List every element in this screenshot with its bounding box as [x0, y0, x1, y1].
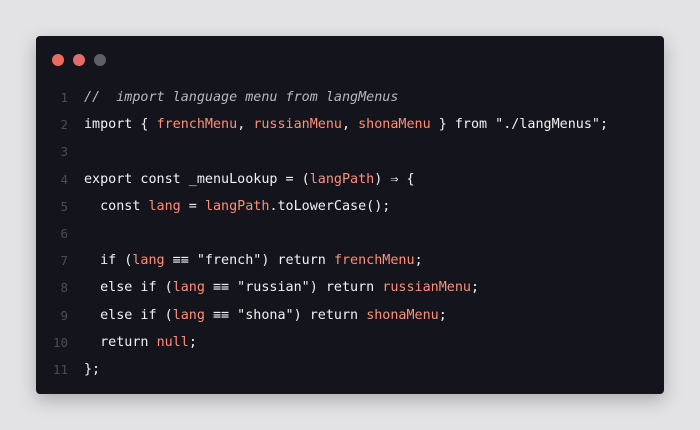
code-window: 1 // import language menu from langMenus 2… [36, 36, 664, 394]
code-token: if ( [84, 253, 133, 269]
line-number: 11 [52, 361, 68, 377]
code-token: export const _menuLookup = ( [84, 171, 310, 187]
code-line: 2 import { frenchMenu, russianMenu, shona… [36, 111, 664, 138]
line-number: 1 [60, 90, 68, 105]
code-token: ) ⇒ { [374, 171, 415, 187]
code-token: else if ( [84, 280, 173, 296]
code-token: .toLowerCase(); [269, 198, 391, 214]
code-token: ; [414, 253, 423, 269]
line-number: 4 [60, 171, 68, 187]
code-text: }; [68, 356, 100, 383]
line-number: 5 [60, 198, 68, 214]
code-text: if (lang ≡≡ "french") return frenchMenu; [68, 247, 423, 274]
code-line: 10 return null; [36, 329, 664, 356]
code-token: lang [132, 253, 165, 269]
code-token: import { [84, 117, 157, 133]
code-block: 1 // import language menu from langMenus 2… [36, 84, 664, 383]
line-number: 7 [60, 253, 68, 269]
code-token: russianMenu [382, 280, 471, 296]
code-text: else if (lang ≡≡ "shona") return shonaMe… [68, 302, 447, 329]
code-line: 6 [36, 220, 664, 247]
code-line: 4 export const _menuLookup = (langPath) ⇒… [36, 166, 664, 193]
code-text: export const _menuLookup = (langPath) ⇒ … [68, 166, 415, 193]
code-token: shonaMenu [358, 117, 431, 133]
code-token: ; [188, 334, 197, 350]
code-line: 3 [36, 138, 664, 165]
line-number: 2 [60, 117, 68, 133]
code-text: else if (lang ≡≡ "russian") return russi… [68, 274, 479, 301]
code-text: const lang = langPath.toLowerCase(); [68, 193, 390, 220]
code-token: ; [438, 307, 447, 323]
code-token: , [342, 117, 359, 133]
code-token: else if ( [84, 307, 173, 323]
line-number: 6 [60, 225, 68, 241]
code-text: return null; [68, 329, 197, 356]
code-token: lang [172, 280, 205, 296]
minimize-dot-icon[interactable] [73, 54, 85, 66]
code-token: // import language menu from langMenus [84, 90, 399, 105]
code-token: ≡≡ "russian") return [204, 280, 383, 296]
code-line: 1 // import language menu from langMenus [36, 84, 664, 111]
code-token: null [156, 334, 189, 350]
code-token: ; [471, 280, 480, 296]
close-dot-icon[interactable] [52, 54, 64, 66]
code-token: ≡≡ "french") return [164, 253, 334, 269]
code-line: 8 else if (lang ≡≡ "russian") return rus… [36, 274, 664, 301]
code-token: langPath [309, 171, 375, 187]
code-token: lang [172, 307, 205, 323]
window-controls [52, 54, 106, 66]
code-token: frenchMenu [156, 117, 238, 133]
line-number: 10 [52, 334, 68, 350]
code-token: shonaMenu [366, 307, 439, 323]
line-number: 3 [60, 144, 68, 160]
code-token: russianMenu [253, 117, 342, 133]
code-token: lang [148, 198, 181, 214]
code-line: 11}; [36, 356, 664, 383]
code-token: return [84, 334, 157, 350]
code-token: ≡≡ "shona") return [204, 307, 367, 323]
code-token: langPath [204, 198, 270, 214]
code-text: // import language menu from langMenus [68, 84, 398, 111]
code-text: import { frenchMenu, russianMenu, shonaM… [68, 111, 608, 138]
code-token: = [180, 198, 205, 214]
code-token: } from "./langMenus"; [430, 117, 609, 133]
code-token: const [84, 198, 149, 214]
code-line: 9 else if (lang ≡≡ "shona") return shona… [36, 302, 664, 329]
line-number: 8 [60, 280, 68, 296]
code-token: , [237, 117, 254, 133]
code-line: 5 const lang = langPath.toLowerCase(); [36, 193, 664, 220]
code-line: 7 if (lang ≡≡ "french") return frenchMen… [36, 247, 664, 274]
code-token: }; [84, 361, 101, 377]
code-token: frenchMenu [333, 253, 415, 269]
line-number: 9 [60, 307, 68, 323]
maximize-dot-icon[interactable] [94, 54, 106, 66]
